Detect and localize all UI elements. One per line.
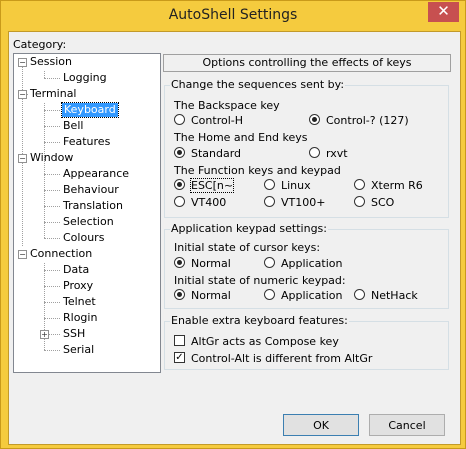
radio-circle — [354, 179, 365, 190]
tree-line — [44, 78, 60, 79]
radio-circle — [309, 114, 320, 125]
collapse-icon[interactable]: − — [18, 90, 27, 99]
sequences-group: Change the sequences sent by: The Backsp… — [164, 78, 449, 218]
radio-circle — [174, 179, 185, 190]
tree-item-bell[interactable]: Bell — [63, 119, 83, 133]
tree-item-proxy[interactable]: Proxy — [63, 279, 93, 293]
tree-item-terminal[interactable]: Terminal — [30, 87, 77, 101]
tree-item-colours[interactable]: Colours — [63, 231, 104, 245]
tree-item-rlogin[interactable]: Rlogin — [63, 311, 97, 325]
panel-header: Options controlling the effects of keys — [163, 54, 451, 72]
radio-circle — [264, 196, 275, 207]
sequences-group-title: Change the sequences sent by: — [170, 78, 346, 91]
tree-line — [44, 110, 60, 111]
cursor-keys-label: Initial state of cursor keys: — [174, 241, 321, 254]
radio-circle — [174, 257, 185, 268]
tree-line — [44, 350, 60, 351]
radio-circle — [354, 196, 365, 207]
tree-line — [44, 206, 60, 207]
extra-features-group: Enable extra keyboard features: AltGr ac… — [164, 314, 449, 370]
collapse-icon[interactable]: − — [18, 154, 27, 163]
tree-line — [44, 286, 60, 287]
radio-circle — [309, 147, 320, 158]
extra-features-group-title: Enable extra keyboard features: — [170, 314, 349, 327]
close-icon: ✕ — [437, 2, 450, 20]
radio-circle — [354, 289, 365, 300]
radio-circle — [174, 289, 185, 300]
collapse-icon[interactable]: − — [18, 250, 27, 259]
tree-line — [44, 222, 60, 223]
radio-circle — [174, 114, 185, 125]
tree-line — [44, 270, 60, 271]
tree-item-selection[interactable]: Selection — [63, 215, 114, 229]
tree-line — [44, 238, 60, 239]
collapse-icon[interactable]: − — [18, 58, 27, 67]
dialog-body: Category: − − − − + Session Logging Term… — [8, 31, 461, 445]
tree-item-appearance[interactable]: Appearance — [63, 167, 129, 181]
window-title: AutoShell Settings — [168, 7, 298, 23]
tree-item-session[interactable]: Session — [30, 55, 72, 69]
category-label: Category: — [13, 38, 67, 51]
tree-item-ssh[interactable]: SSH — [63, 327, 85, 341]
tree-line — [44, 126, 60, 127]
tree-line — [44, 174, 60, 175]
tree-item-behaviour[interactable]: Behaviour — [63, 183, 119, 197]
tree-item-connection[interactable]: Connection — [30, 247, 92, 261]
keypad-group-title: Application keypad settings: — [170, 222, 328, 235]
keypad-group: Application keypad settings: Initial sta… — [164, 222, 449, 309]
tree-item-window[interactable]: Window — [30, 151, 73, 165]
tree-item-serial[interactable]: Serial — [63, 343, 94, 357]
tree-item-translation[interactable]: Translation — [63, 199, 123, 213]
category-tree[interactable]: − − − − + Session Logging Terminal Keybo… — [13, 53, 161, 373]
numeric-keypad-label: Initial state of numeric keypad: — [174, 274, 346, 287]
checkbox-box — [174, 335, 185, 346]
ok-button[interactable]: OK — [283, 414, 359, 436]
tree-line — [49, 334, 60, 335]
function-keys-label: The Function keys and keypad — [174, 164, 341, 177]
tree-line — [44, 318, 60, 319]
radio-circle — [264, 257, 275, 268]
expand-icon[interactable]: + — [40, 330, 49, 339]
tree-item-telnet[interactable]: Telnet — [63, 295, 96, 309]
home-end-label: The Home and End keys — [174, 131, 308, 144]
radio-circle — [174, 196, 185, 207]
tree-line — [44, 142, 60, 143]
tree-item-data[interactable]: Data — [63, 263, 89, 277]
check-icon: ✓ — [174, 352, 185, 363]
close-button[interactable]: ✕ — [428, 2, 459, 22]
cancel-button[interactable]: Cancel — [369, 414, 445, 436]
settings-window: AutoShell Settings ✕ Category: − − − − +… — [0, 0, 466, 449]
tree-line — [44, 71, 45, 78]
tree-item-logging[interactable]: Logging — [63, 71, 107, 85]
tree-item-keyboard[interactable]: Keyboard — [61, 102, 119, 118]
radio-circle — [174, 147, 185, 158]
tree-line — [44, 167, 45, 238]
title-bar[interactable]: AutoShell Settings ✕ — [1, 1, 465, 31]
backspace-label: The Backspace key — [174, 99, 280, 112]
tree-line — [44, 190, 60, 191]
radio-circle — [264, 179, 275, 190]
tree-item-features[interactable]: Features — [63, 135, 110, 149]
tree-line — [44, 302, 60, 303]
radio-circle — [264, 289, 275, 300]
